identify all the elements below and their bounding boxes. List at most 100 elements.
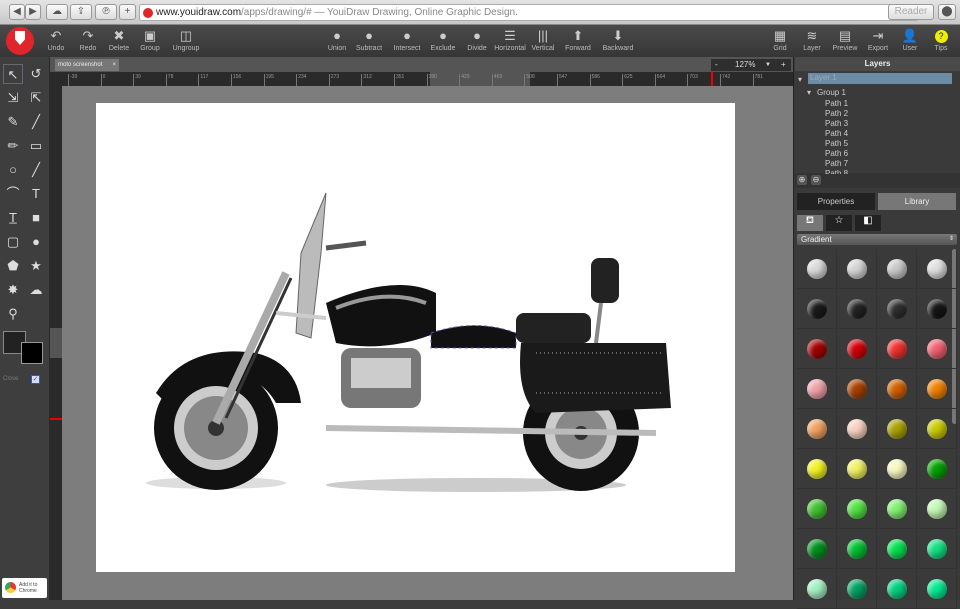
swatch-cell[interactable]	[877, 249, 917, 289]
gradient-swatch[interactable]	[887, 419, 907, 439]
tool-1-icon[interactable]: ↺	[26, 64, 46, 84]
swatch-cell[interactable]	[797, 489, 837, 529]
drawing-page[interactable]	[96, 103, 735, 572]
library-category-select[interactable]: Gradient⇕	[797, 234, 957, 245]
gradient-swatch[interactable]	[847, 299, 867, 319]
swatch-cell[interactable]	[877, 329, 917, 369]
close-tab-icon[interactable]: ×	[112, 59, 116, 71]
swatch-cell[interactable]	[837, 569, 877, 609]
gradient-swatch[interactable]	[847, 499, 867, 519]
tool-3-icon[interactable]: ⇱	[26, 88, 46, 108]
path-item[interactable]: Path 5	[825, 139, 848, 148]
shapes-library-icon[interactable]: ◧	[855, 215, 881, 231]
gradient-swatch[interactable]	[927, 579, 947, 599]
tool-12-icon[interactable]: T̲	[3, 208, 23, 228]
tool-0-icon[interactable]: ↖	[3, 64, 23, 84]
swatch-cell[interactable]	[877, 369, 917, 409]
tab-library[interactable]: Library	[878, 193, 956, 210]
zoom-out-button[interactable]: -	[715, 59, 718, 71]
forward-button[interactable]: ▶	[25, 4, 41, 20]
fill-library-icon[interactable]: ⛾	[797, 215, 823, 231]
tool-2-icon[interactable]: ⇲	[3, 88, 23, 108]
star-library-icon[interactable]: ☆	[826, 215, 852, 231]
close-path-checkbox[interactable]: ✓	[31, 375, 40, 384]
gradient-swatch[interactable]	[847, 539, 867, 559]
swatch-cell[interactable]	[837, 529, 877, 569]
zoom-value[interactable]: 127%	[735, 59, 755, 71]
path-item[interactable]: Path 8	[825, 169, 848, 174]
toolbar-subtract-button[interactable]: ●Subtract	[349, 27, 389, 52]
swatch-cell[interactable]	[917, 329, 957, 369]
swatch-cell[interactable]	[837, 449, 877, 489]
swatch-cell[interactable]	[797, 249, 837, 289]
tab-properties[interactable]: Properties	[797, 193, 875, 210]
gradient-swatch[interactable]	[927, 379, 947, 399]
tool-4-icon[interactable]: ✎	[3, 112, 23, 132]
swatch-cell[interactable]	[837, 409, 877, 449]
tool-13-icon[interactable]: ■	[26, 208, 46, 228]
gradient-swatch[interactable]	[887, 459, 907, 479]
zoom-in-button[interactable]: +	[781, 59, 786, 71]
gradient-swatch[interactable]	[887, 259, 907, 279]
address-bar[interactable]: www.youidraw.com/apps/drawing/# — YouiDr…	[139, 4, 919, 21]
gradient-swatch[interactable]	[887, 539, 907, 559]
swatch-cell[interactable]	[877, 569, 917, 609]
swatch-cell[interactable]	[837, 289, 877, 329]
tool-18-icon[interactable]: ✸	[3, 280, 23, 300]
swatch-cell[interactable]	[837, 369, 877, 409]
tool-7-icon[interactable]: ▭	[26, 136, 46, 156]
path-item[interactable]: Path 6	[825, 149, 848, 158]
path-item[interactable]: Path 2	[825, 109, 848, 118]
gradient-swatch[interactable]	[847, 579, 867, 599]
tool-6-icon[interactable]: ✏	[3, 136, 23, 156]
gradient-swatch[interactable]	[807, 339, 827, 359]
gradient-swatch[interactable]	[927, 539, 947, 559]
group-item[interactable]: Group 1	[817, 88, 846, 97]
swatch-cell[interactable]	[917, 569, 957, 609]
add-to-chrome-badge[interactable]: Add it to Chrome	[2, 578, 47, 598]
path-item[interactable]: Path 3	[825, 119, 848, 128]
swatch-cell[interactable]	[917, 409, 957, 449]
tool-19-icon[interactable]: ☁	[26, 280, 46, 300]
toolbar-ungroup-button[interactable]: ◫Ungroup	[166, 27, 206, 52]
gradient-swatch[interactable]	[927, 419, 947, 439]
tool-5-icon[interactable]: ╱	[26, 112, 46, 132]
swatch-cell[interactable]	[917, 449, 957, 489]
back-button[interactable]: ◀	[9, 4, 25, 20]
swatch-cell[interactable]	[877, 489, 917, 529]
chevron-down-icon[interactable]: ▾	[807, 88, 811, 97]
gradient-swatch[interactable]	[887, 299, 907, 319]
add-layer-button[interactable]: ⊕	[797, 175, 807, 185]
swatch-cell[interactable]	[917, 289, 957, 329]
gradient-swatch[interactable]	[807, 299, 827, 319]
gradient-swatch[interactable]	[807, 259, 827, 279]
tool-8-icon[interactable]: ○	[3, 160, 23, 180]
gradient-swatch[interactable]	[887, 499, 907, 519]
gradient-swatch[interactable]	[887, 579, 907, 599]
gradient-swatch[interactable]	[887, 379, 907, 399]
gradient-swatch[interactable]	[927, 499, 947, 519]
swatch-cell[interactable]	[837, 489, 877, 529]
swatch-cell[interactable]	[837, 329, 877, 369]
gradient-swatch[interactable]	[807, 499, 827, 519]
document-tab[interactable]: moto screenshot×	[55, 59, 119, 71]
swatch-cell[interactable]	[877, 449, 917, 489]
path-item[interactable]: Path 1	[825, 99, 848, 108]
path-item[interactable]: Path 4	[825, 129, 848, 138]
toolbar-vertical-button[interactable]: |||Vertical	[523, 27, 563, 52]
swatch-cell[interactable]	[917, 489, 957, 529]
chevron-down-icon[interactable]: ▼	[765, 59, 771, 71]
gradient-swatch[interactable]	[807, 579, 827, 599]
tool-16-icon[interactable]: ⬟	[3, 256, 23, 276]
tool-11-icon[interactable]: T	[26, 184, 46, 204]
tool-9-icon[interactable]: ╱	[26, 160, 46, 180]
stroke-color-swatch[interactable]	[21, 342, 43, 364]
new-tab-button[interactable]: +	[119, 4, 136, 20]
gradient-swatch[interactable]	[887, 339, 907, 359]
tool-20-icon[interactable]: ⚲	[3, 304, 23, 324]
swatch-cell[interactable]	[797, 569, 837, 609]
chevron-down-icon[interactable]: ▾	[798, 75, 802, 84]
tool-14-icon[interactable]: ▢	[3, 232, 23, 252]
swatch-cell[interactable]	[917, 249, 957, 289]
swatch-cell[interactable]	[797, 329, 837, 369]
